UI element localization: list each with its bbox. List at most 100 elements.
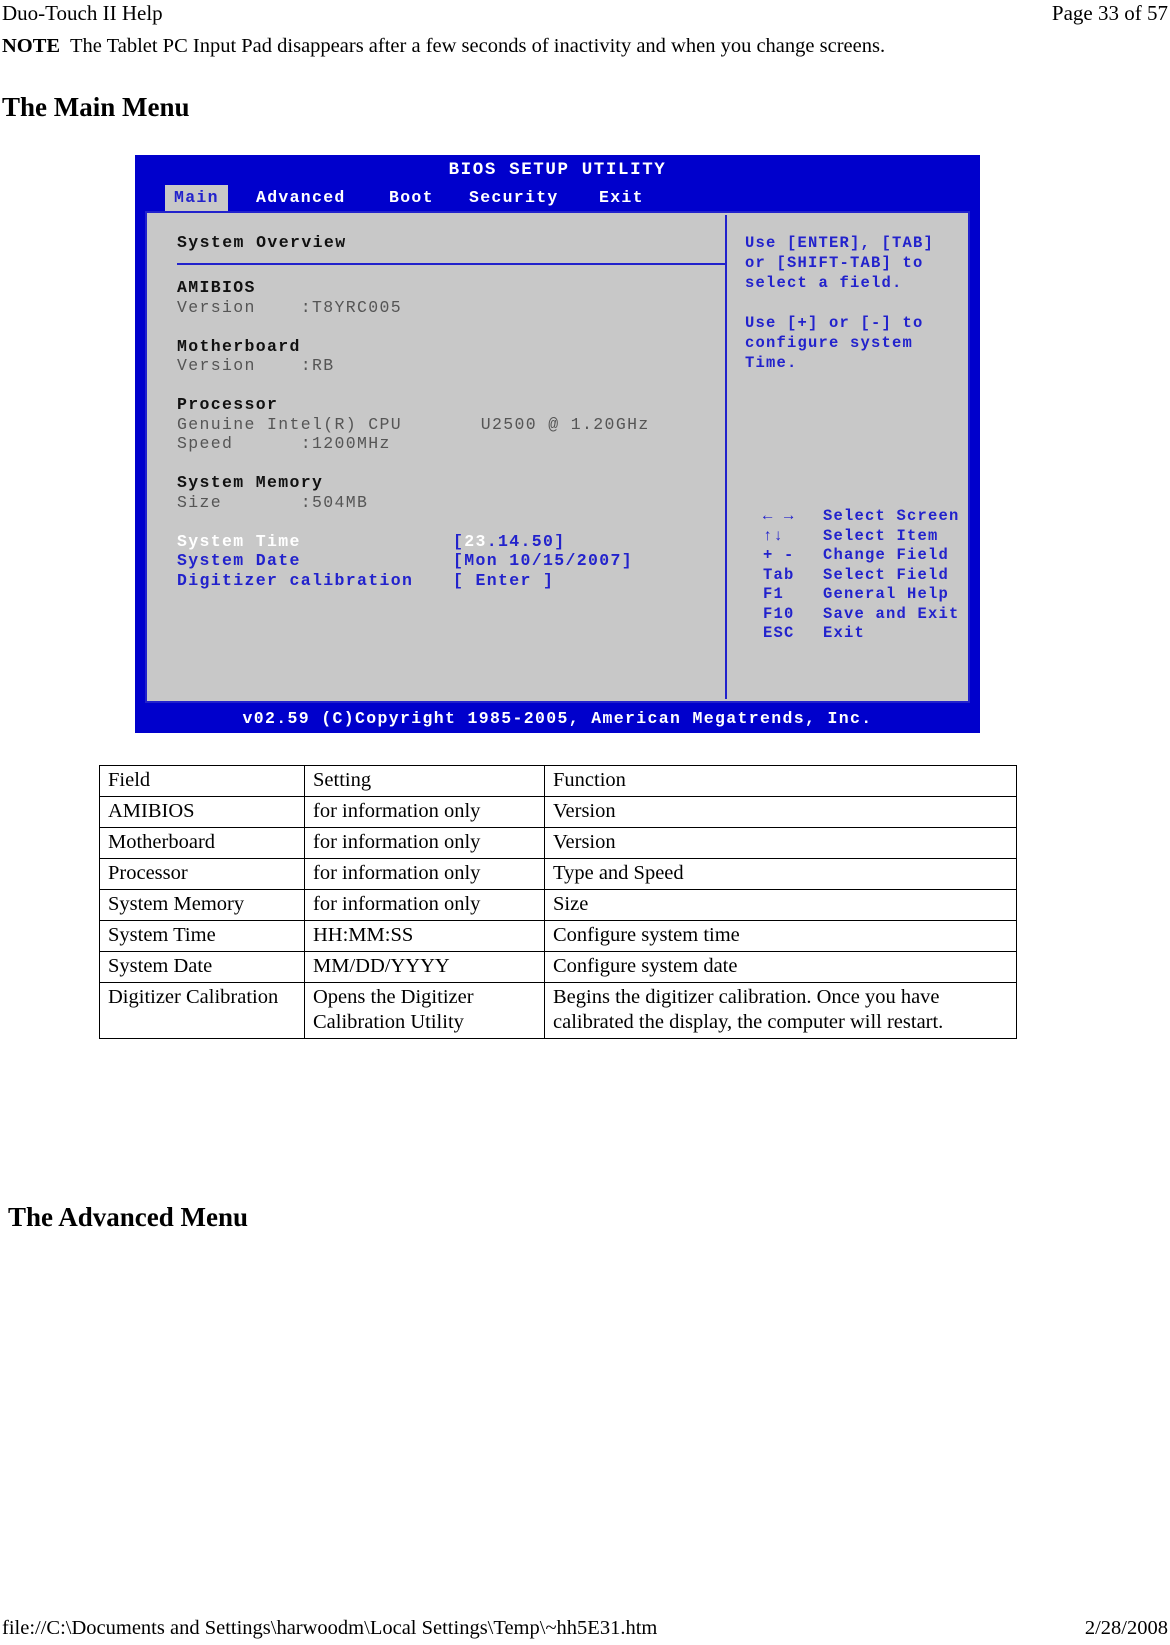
tab-exit[interactable]: Exit	[590, 185, 653, 211]
key-legend-desc: Select Field	[823, 565, 950, 584]
cell-field: System Memory	[99, 889, 305, 921]
table-row: Processor for information only Type and …	[99, 858, 1017, 890]
key-legend-row: + - Change Field	[745, 546, 960, 566]
tab-security[interactable]: Security	[460, 185, 568, 211]
key-legend-row: Tab Select Field	[745, 566, 960, 586]
cell-function: Size	[544, 889, 1017, 921]
plus-minus-key: + -	[763, 546, 795, 564]
key-legend: ← → Select Screen ↑↓ Select Item + - Cha…	[745, 507, 960, 644]
bios-copyright-bar: v02.59 (C)Copyright 1985-2005, American …	[135, 705, 980, 733]
system-overview-title: System Overview	[177, 233, 347, 252]
key-legend-row: F10 Save and Exit	[745, 605, 960, 625]
bios-tab-bar: Main Advanced Boot Security Exit	[135, 185, 980, 211]
group-processor-name: Processor	[177, 395, 279, 414]
field-system-date-label: System Date	[177, 551, 301, 570]
cell-setting: MM/DD/YYYY	[304, 951, 545, 983]
cell-setting: for information only	[304, 796, 545, 828]
table-header-field: Field	[99, 765, 305, 797]
note-label: NOTE	[2, 35, 61, 57]
help-line-6: Time.	[745, 354, 798, 372]
help-line-5: configure system	[745, 334, 914, 352]
table-row: Digitizer Calibration Opens the Digitize…	[99, 982, 1017, 1039]
arrow-left-right-icon: ← →	[763, 507, 795, 525]
key-legend-row: F1 General Help	[745, 585, 960, 605]
note-paragraph: NOTE The Tablet PC Input Pad disappears …	[2, 33, 1102, 59]
tab-advanced[interactable]: Advanced	[247, 185, 355, 211]
cell-setting: Opens the Digitizer Calibration Utility	[304, 982, 545, 1039]
note-text: The Tablet PC Input Pad disappears after…	[70, 35, 886, 57]
table-row: AMIBIOS for information only Version	[99, 796, 1017, 828]
title-divider	[177, 263, 727, 265]
field-digitizer-calibration-label: Digitizer calibration	[177, 570, 414, 590]
field-system-time[interactable]: System Time [23.14.50]	[177, 532, 725, 552]
cell-field: AMIBIOS	[99, 796, 305, 828]
document-title: Duo-Touch II Help	[2, 1, 163, 25]
bios-setup-screenshot: BIOS SETUP UTILITY Main Advanced Boot Se…	[135, 155, 980, 733]
field-system-date-value: [Mon 10/15/2007]	[453, 551, 634, 570]
help-line-2: select a field.	[745, 274, 903, 292]
help-line-3	[745, 293, 966, 313]
page-header: Duo-Touch II Help Page 33 of 57	[0, 0, 1170, 30]
footer-file-path: file://C:\Documents and Settings\harwood…	[2, 1617, 658, 1639]
tab-boot[interactable]: Boot	[380, 185, 443, 211]
cell-function: Begins the digitizer calibration. Once y…	[544, 982, 1017, 1039]
cell-field: Digitizer Calibration	[99, 982, 305, 1039]
cell-field: System Time	[99, 920, 305, 952]
key-legend-desc: General Help	[823, 585, 950, 603]
key-legend-row: ↑↓ Select Item	[745, 527, 960, 547]
table-row: System Time HH:MM:SS Configure system ti…	[99, 920, 1017, 952]
heading-advanced-menu: The Advanced Menu	[8, 1202, 249, 1232]
group-processor-line-0: Genuine Intel(R) CPU U2500 @ 1.20GHz	[177, 414, 650, 434]
table-row: System Memory for information only Size	[99, 889, 1017, 921]
value-remainder: .14.50]	[486, 531, 566, 551]
bios-title: BIOS SETUP UTILITY	[135, 155, 980, 185]
help-line-1: or [SHIFT-TAB] to	[745, 254, 924, 272]
group-motherboard-line-0: Version :RB	[177, 356, 335, 375]
bios-left-panel: System Overview AMIBIOS Version :T8YRC00…	[149, 215, 727, 699]
tab-key: Tab	[763, 565, 795, 584]
cell-function: Type and Speed	[544, 858, 1017, 890]
bios-body: System Overview AMIBIOS Version :T8YRC00…	[145, 211, 970, 703]
cell-function: Version	[544, 827, 1017, 859]
field-settings-table: Field Setting Function AMIBIOS for infor…	[99, 765, 1017, 1039]
field-system-time-label: System Time	[177, 531, 301, 551]
table-row: Motherboard for information only Version	[99, 827, 1017, 859]
cell-setting: for information only	[304, 889, 545, 921]
key-legend-desc: Exit	[823, 624, 866, 642]
cell-function: Configure system date	[544, 951, 1017, 983]
group-amibios-line-0: Version :T8YRC005	[177, 297, 403, 317]
arrow-up-down-icon: ↑↓	[763, 526, 785, 545]
tab-main[interactable]: Main	[165, 185, 228, 211]
group-amibios-name: AMIBIOS	[177, 278, 256, 297]
key-legend-row: ← → Select Screen	[745, 507, 960, 527]
cell-function: Configure system time	[544, 920, 1017, 952]
group-motherboard-name: Motherboard	[177, 336, 301, 356]
cell-field: Motherboard	[99, 827, 305, 859]
footer-date: 2/28/2008	[1084, 1617, 1168, 1639]
cell-function: Version	[544, 796, 1017, 828]
field-digitizer-calibration[interactable]: Digitizer calibration [ Enter ]	[177, 571, 725, 591]
help-line-4: Use [+] or [-] to	[745, 314, 924, 332]
cell-setting: for information only	[304, 827, 545, 859]
table-row: System Date MM/DD/YYYY Configure system …	[99, 951, 1017, 983]
key-legend-desc: Select Screen	[823, 507, 960, 525]
key-legend-row: ESC Exit	[745, 624, 960, 644]
bios-help-panel: Use [ENTER], [TAB] or [SHIFT-TAB] to sel…	[729, 215, 966, 699]
value-bracket-open: [	[453, 531, 465, 551]
group-system-memory-line-0: Size :504MB	[177, 492, 369, 512]
cell-setting: HH:MM:SS	[304, 920, 545, 952]
table-header-row: Field Setting Function	[99, 765, 1017, 797]
cell-field: Processor	[99, 858, 305, 890]
page-indicator: Page 33 of 57	[1051, 1, 1168, 25]
group-system-memory-name: System Memory	[177, 473, 324, 492]
f10-key: F10	[763, 604, 795, 623]
heading-main-menu: The Main Menu	[2, 92, 190, 122]
field-system-date[interactable]: System Date [Mon 10/15/2007]	[177, 551, 725, 571]
key-legend-desc: Save and Exit	[823, 604, 960, 623]
page-footer: file://C:\Documents and Settings\harwood…	[0, 1615, 1170, 1641]
table-header-function: Function	[544, 765, 1017, 797]
